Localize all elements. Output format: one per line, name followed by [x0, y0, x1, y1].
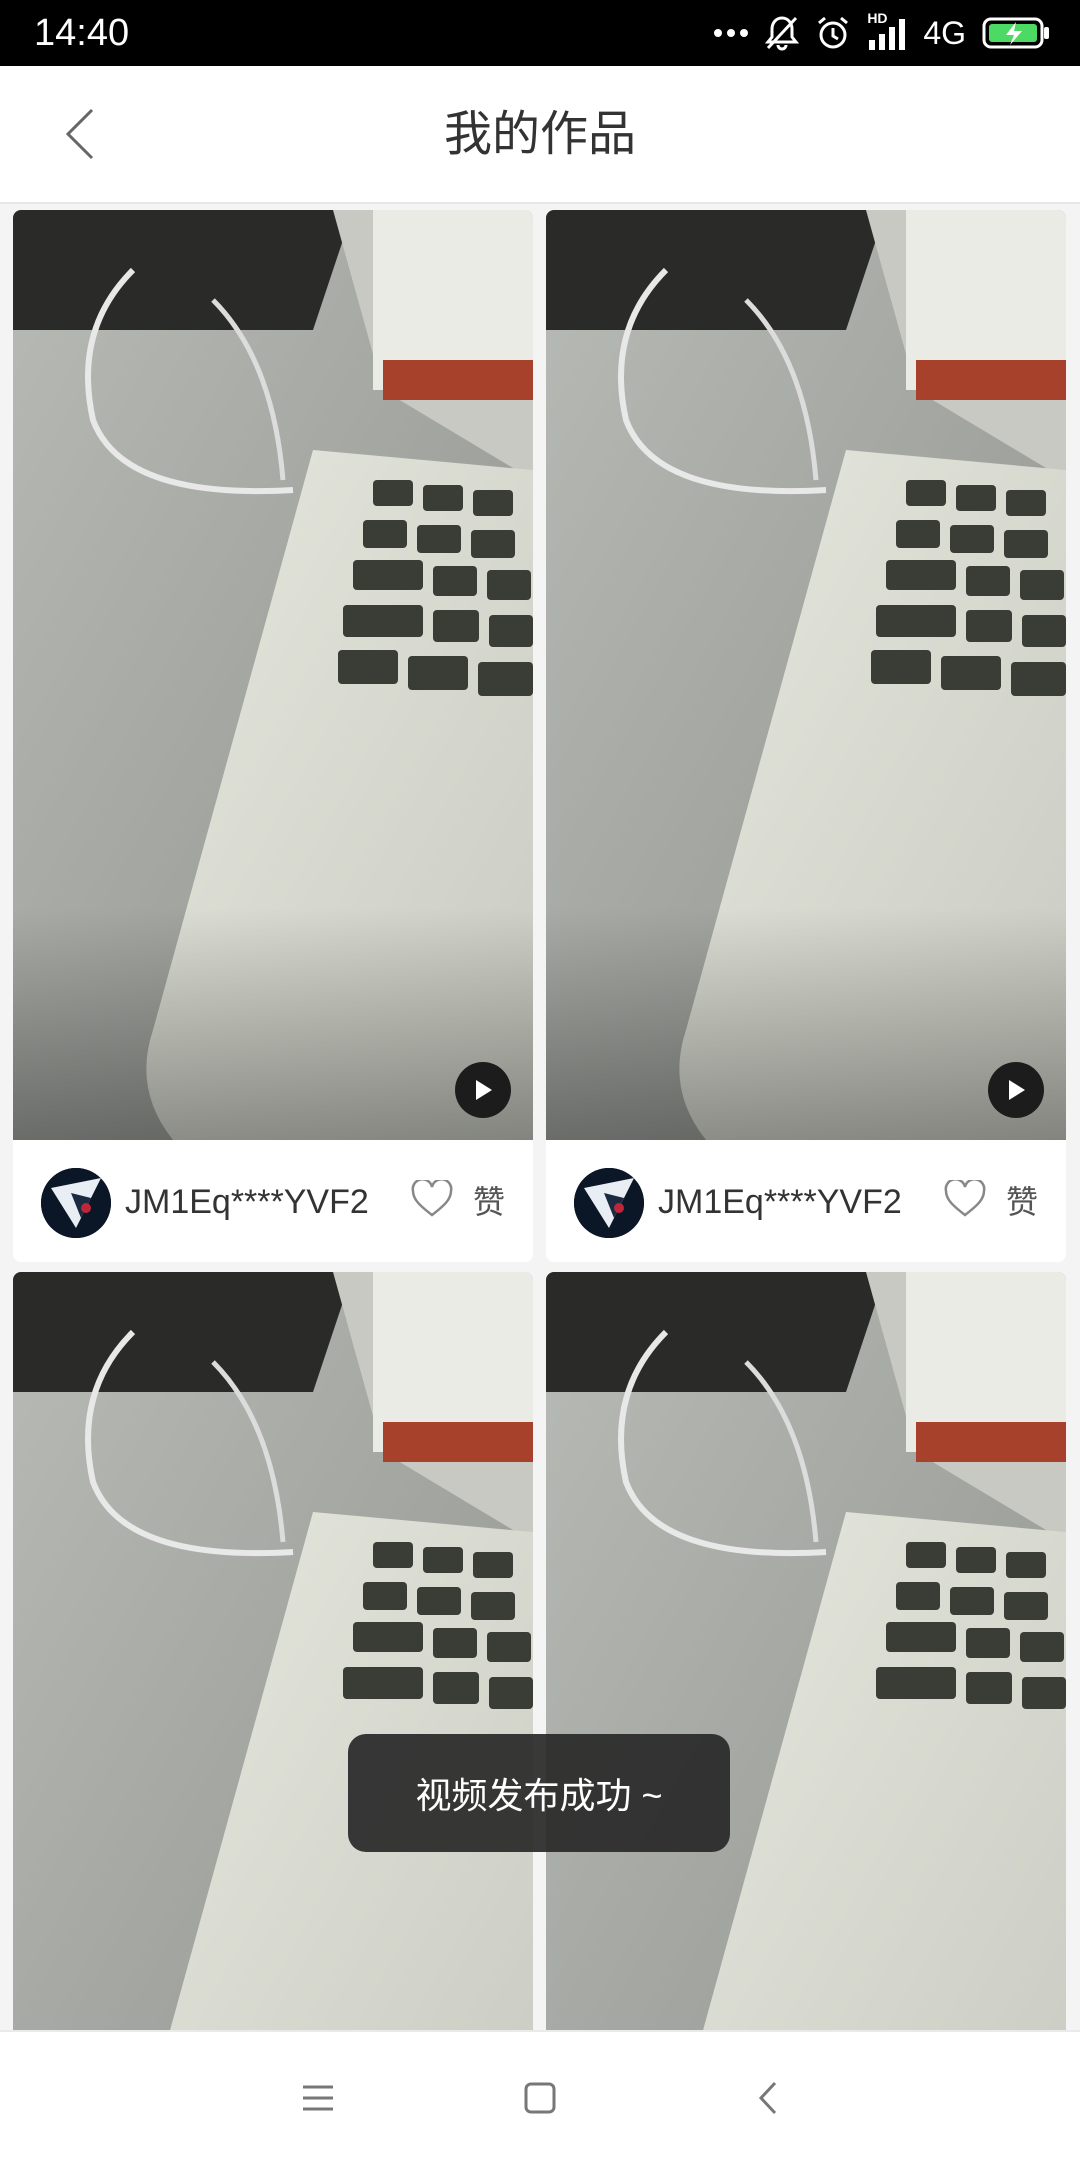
like-label[interactable]: 赞	[1006, 1182, 1038, 1222]
toast-message: 视频发布成功 ~	[348, 1734, 730, 1852]
status-icons: HD 4G	[713, 10, 1050, 56]
like-label[interactable]: 赞	[473, 1182, 505, 1222]
work-card[interactable]	[13, 1272, 533, 2030]
work-card[interactable]	[546, 1272, 1066, 2030]
card-footer: JM1Eq****YVF2 赞	[13, 1140, 533, 1262]
card-footer: JM1Eq****YVF2 赞	[546, 1140, 1066, 1262]
battery-charging-icon	[982, 16, 1050, 50]
header: 我的作品	[0, 66, 1080, 204]
menu-icon	[303, 2085, 333, 2111]
back-icon	[758, 2081, 777, 2115]
nav-back-button[interactable]	[738, 2068, 798, 2128]
play-button[interactable]	[988, 1062, 1044, 1118]
more-dots-icon	[713, 27, 749, 39]
play-icon	[1009, 1080, 1025, 1100]
work-card[interactable]: JM1Eq****YVF2 赞	[13, 210, 533, 1262]
play-icon	[476, 1080, 492, 1100]
work-card[interactable]: JM1Eq****YVF2 赞	[546, 210, 1066, 1262]
video-thumbnail[interactable]	[13, 1272, 533, 2030]
status-bar: 14:40 HD 4G	[0, 0, 1080, 66]
video-thumbnail[interactable]	[13, 210, 533, 1140]
avatar[interactable]	[41, 1168, 111, 1238]
page-title: 我的作品	[443, 108, 636, 161]
status-time: 14:40	[34, 12, 130, 54]
heart-icon[interactable]	[944, 1178, 986, 1218]
network-type: 4G	[923, 14, 966, 51]
mute-bell-icon	[765, 15, 800, 51]
home-square-icon	[524, 2082, 556, 2114]
avatar[interactable]	[574, 1168, 644, 1238]
play-button[interactable]	[455, 1062, 511, 1118]
system-nav-bar	[0, 2030, 1080, 2160]
author-name: JM1Eq****YVF2	[658, 1183, 902, 1221]
video-thumbnail[interactable]	[546, 210, 1066, 1140]
heart-icon[interactable]	[411, 1178, 453, 1218]
menu-button[interactable]	[288, 2068, 348, 2128]
signal-icon: HD	[867, 10, 907, 50]
author-name: JM1Eq****YVF2	[125, 1183, 369, 1221]
home-button[interactable]	[510, 2068, 570, 2128]
hd-label: HD	[867, 10, 888, 26]
alarm-icon	[815, 15, 851, 51]
video-thumbnail[interactable]	[546, 1272, 1066, 2030]
